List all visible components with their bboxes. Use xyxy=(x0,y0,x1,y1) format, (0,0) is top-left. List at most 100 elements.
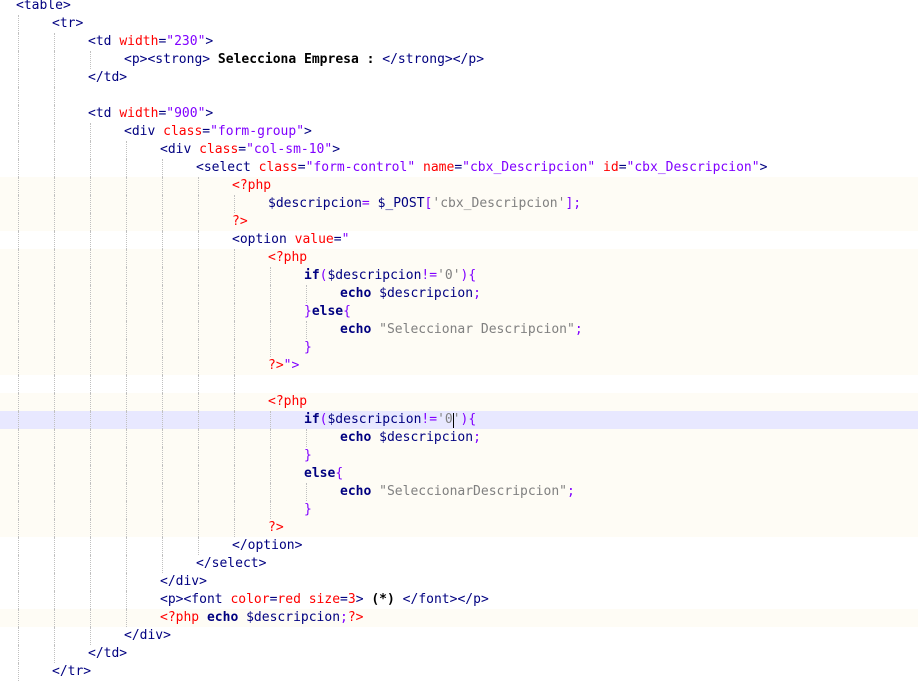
indent-guide xyxy=(126,213,127,231)
code-line[interactable]: </td> xyxy=(88,69,127,87)
indent-guide xyxy=(162,357,163,375)
code-token: <div xyxy=(160,142,200,157)
code-token: $_POST xyxy=(377,196,425,211)
indent-guide xyxy=(270,321,271,339)
indent-guide xyxy=(198,465,199,483)
code-line[interactable]: echo $descripcion; xyxy=(340,285,481,303)
code-line[interactable]: <td width="230"> xyxy=(88,33,213,51)
code-line[interactable]: } xyxy=(304,339,312,357)
indent-guide xyxy=(126,339,127,357)
code-line[interactable]: ?> xyxy=(268,519,284,537)
indent-guide xyxy=(126,411,127,429)
indent-guide xyxy=(90,501,91,519)
indent-guide xyxy=(18,69,19,87)
indent-guide xyxy=(18,663,19,681)
code-token: "Seleccionar Descripcion" xyxy=(379,322,575,337)
indent-guide xyxy=(198,501,199,519)
code-line[interactable]: ?>"> xyxy=(268,357,299,375)
code-line[interactable]: </select> xyxy=(196,555,266,573)
indent-guide xyxy=(18,339,19,357)
indent-guide xyxy=(198,195,199,213)
indent-guide xyxy=(162,249,163,267)
indent-guide xyxy=(54,555,55,573)
indent-guide xyxy=(54,195,55,213)
code-line[interactable]: <td width="900"> xyxy=(88,105,213,123)
indent-guide xyxy=(90,141,91,159)
code-line[interactable]: echo "SeleccionarDescripcion"; xyxy=(340,483,575,501)
code-line[interactable]: <p><strong> Selecciona Empresa : </stron… xyxy=(124,51,484,69)
code-line[interactable]: <p><font color=red size=3> (*) </font></… xyxy=(160,591,489,609)
code-line[interactable]: <select class="form-control" name="cbx_D… xyxy=(196,159,767,177)
code-token: > xyxy=(355,592,364,607)
code-line[interactable]: </option> xyxy=(232,537,302,555)
indent-guide xyxy=(90,465,91,483)
code-token: echo xyxy=(340,430,372,445)
code-token: echo xyxy=(340,322,372,337)
code-line[interactable]: <tr> xyxy=(52,15,83,33)
code-token: width xyxy=(119,34,159,49)
code-line[interactable]: <?php xyxy=(268,249,307,267)
code-line[interactable]: <option value=" xyxy=(232,231,349,249)
indent-guide xyxy=(54,231,55,249)
code-line[interactable]: <table> xyxy=(16,0,71,15)
code-token: value xyxy=(294,232,334,247)
indent-guide xyxy=(162,339,163,357)
code-token: = xyxy=(340,592,348,607)
code-token: class xyxy=(199,142,239,157)
indent-guide xyxy=(18,51,19,69)
code-line[interactable]: <div class="col-sm-10"> xyxy=(160,141,340,159)
code-line[interactable]: </tr> xyxy=(52,663,91,681)
code-line[interactable]: <?php xyxy=(232,177,271,195)
code-token: "col-sm-10" xyxy=(246,142,333,157)
indent-guide xyxy=(18,537,19,555)
indent-guide xyxy=(162,447,163,465)
code-line[interactable]: } xyxy=(304,501,312,519)
code-line[interactable]: if($descripcion!='0'){ xyxy=(304,267,476,285)
indent-guide xyxy=(90,303,91,321)
code-line[interactable]: $descripcion= $_POST['cbx_Descripcion']; xyxy=(268,195,581,213)
code-line[interactable]: <?php echo $descripcion;?> xyxy=(160,609,364,627)
code-line[interactable]: </div> xyxy=(160,573,207,591)
code-line[interactable]: if($descripcion!='0'){ xyxy=(304,411,476,429)
code-token: } xyxy=(304,340,312,355)
code-line[interactable]: <div class="form-group"> xyxy=(124,123,312,141)
code-token: > xyxy=(205,106,214,121)
code-token: "900" xyxy=(166,106,206,121)
code-line[interactable]: </div> xyxy=(124,627,171,645)
indent-guide xyxy=(18,177,19,195)
code-token: <table> xyxy=(16,0,71,13)
code-token: '0' xyxy=(437,412,461,427)
code-token: $descripcion xyxy=(371,286,474,301)
indent-guide xyxy=(54,249,55,267)
code-token: </tr> xyxy=(52,664,92,679)
code-token: id xyxy=(595,160,619,175)
code-token: class xyxy=(258,160,298,175)
code-token: else xyxy=(304,466,336,481)
indent-guide xyxy=(162,483,163,501)
code-token: } xyxy=(304,304,312,319)
code-token: red xyxy=(277,592,301,607)
indent-guide xyxy=(234,465,235,483)
code-line[interactable]: ?> xyxy=(232,213,248,231)
code-line[interactable]: else{ xyxy=(304,465,343,483)
indent-guide xyxy=(90,195,91,213)
code-line[interactable]: }else{ xyxy=(304,303,351,321)
code-line[interactable]: <?php xyxy=(268,393,307,411)
code-token: color xyxy=(230,592,270,607)
code-line[interactable]: } xyxy=(304,447,312,465)
indent-guide xyxy=(54,339,55,357)
code-token: ; xyxy=(340,610,348,625)
indent-guide xyxy=(18,429,19,447)
indent-guide xyxy=(90,357,91,375)
indent-guide xyxy=(54,537,55,555)
code-line[interactable]: echo $descripcion; xyxy=(340,429,481,447)
indent-guide xyxy=(18,447,19,465)
code-token: </div> xyxy=(124,628,171,643)
indent-guide xyxy=(54,177,55,195)
indent-guide xyxy=(126,357,127,375)
indent-guide xyxy=(126,375,127,393)
indent-guide xyxy=(18,573,19,591)
code-line[interactable]: echo "Seleccionar Descripcion"; xyxy=(340,321,583,339)
code-line[interactable]: </td> xyxy=(88,645,127,663)
